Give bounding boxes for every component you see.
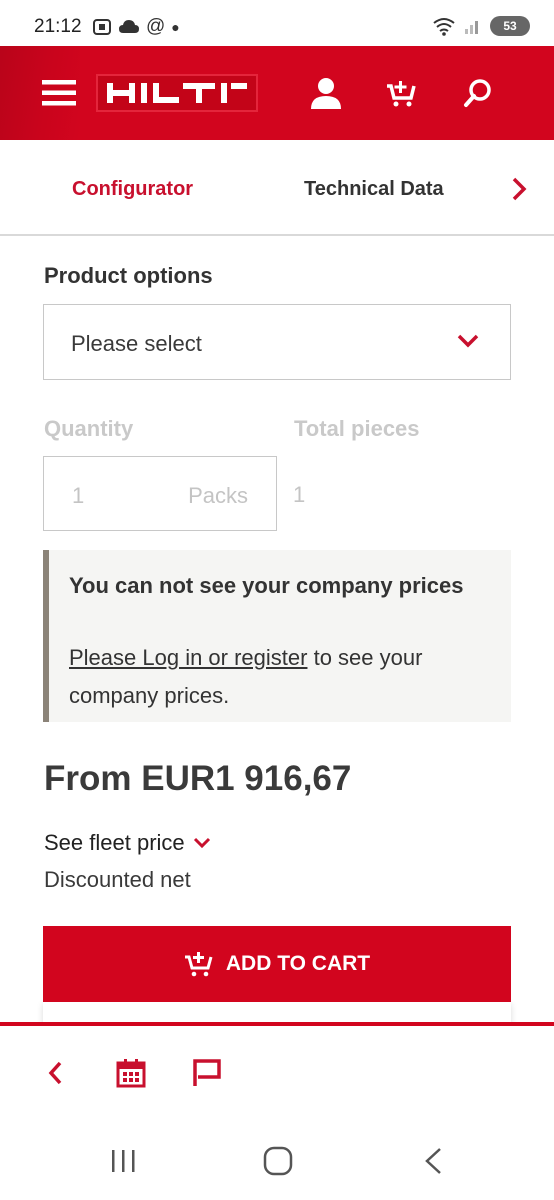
- quantity-label: Quantity: [44, 416, 134, 441]
- quantity-input[interactable]: 1 Packs: [43, 456, 277, 531]
- cart-button[interactable]: [383, 46, 419, 140]
- chevron-down-icon: [457, 334, 479, 348]
- battery-icon: 53: [490, 16, 530, 36]
- logo-wordmark: [107, 83, 247, 103]
- cloud-icon: [119, 20, 139, 33]
- quantity-value: 1: [72, 483, 85, 508]
- calendar-button[interactable]: [116, 1058, 146, 1093]
- wifi-icon: [433, 18, 455, 36]
- at-icon: @: [146, 16, 166, 37]
- system-nav-bar: [0, 1116, 554, 1200]
- back-button[interactable]: [44, 1058, 68, 1093]
- status-bar: 21:12 @ ● 53: [0, 0, 554, 46]
- tab-configurator[interactable]: Configurator: [72, 178, 193, 201]
- add-to-cart-label: ADD TO CART: [225, 952, 371, 975]
- feedback-button[interactable]: [192, 1058, 222, 1093]
- recent-apps-icon: [112, 1150, 135, 1172]
- add-to-cart-button[interactable]: ADD TO CART: [43, 926, 511, 1002]
- app-header: HILTI: [0, 46, 554, 140]
- product-options-select[interactable]: Please select: [43, 304, 511, 380]
- menu-icon: [42, 80, 76, 106]
- dot-icon: ●: [171, 19, 180, 35]
- price-login-notice: You can not see your company prices Plea…: [43, 550, 511, 722]
- tab-bar: Configurator Technical Data: [0, 140, 554, 236]
- back-icon: [48, 1061, 62, 1085]
- chevron-down-icon: [193, 837, 210, 849]
- screenshot-icon: [93, 19, 111, 35]
- quantity-unit: Packs: [188, 483, 248, 508]
- recent-apps-button[interactable]: [108, 1146, 138, 1181]
- login-register-link[interactable]: Please Log in or register: [69, 645, 307, 670]
- chevron-right-icon: [512, 177, 527, 201]
- hilti-logo[interactable]: HILTI: [96, 74, 258, 112]
- total-pieces-value: 1: [293, 482, 306, 507]
- menu-button[interactable]: [40, 46, 78, 140]
- notice-body: Please Log in or register to see your co…: [69, 639, 489, 715]
- search-button[interactable]: [460, 46, 496, 140]
- system-back-icon: [425, 1148, 441, 1174]
- system-back-button[interactable]: [420, 1146, 446, 1181]
- notice-title: You can not see your company prices: [69, 573, 464, 598]
- select-placeholder: Please select: [71, 331, 202, 356]
- home-icon: [263, 1146, 293, 1176]
- tab-technical-data[interactable]: Technical Data: [304, 178, 444, 201]
- status-notifications: @ ●: [92, 16, 180, 38]
- calendar-icon: [116, 1059, 146, 1088]
- account-button[interactable]: [308, 46, 344, 140]
- flag-icon: [193, 1059, 221, 1086]
- cart-icon: [184, 952, 213, 977]
- discounted-net-label: Discounted net: [44, 867, 191, 892]
- product-options-title: Product options: [44, 263, 213, 288]
- tabs-next-button[interactable]: [508, 176, 530, 207]
- browser-toolbar: [0, 1022, 554, 1116]
- fleet-price-toggle[interactable]: See fleet price: [44, 830, 211, 856]
- total-pieces-label: Total pieces: [294, 416, 420, 441]
- product-price: From EUR1 916,67: [44, 759, 352, 798]
- user-icon: [311, 78, 341, 109]
- cart-card-shadow: [43, 1002, 511, 1024]
- battery-level: 53: [503, 19, 517, 33]
- cart-icon: [387, 81, 416, 107]
- search-icon: [464, 79, 491, 107]
- fleet-price-label: See fleet price: [44, 830, 185, 855]
- signal-icon: [465, 21, 478, 34]
- status-time: 21:12: [34, 16, 82, 37]
- status-system: 53: [432, 16, 530, 36]
- home-button[interactable]: [262, 1146, 294, 1181]
